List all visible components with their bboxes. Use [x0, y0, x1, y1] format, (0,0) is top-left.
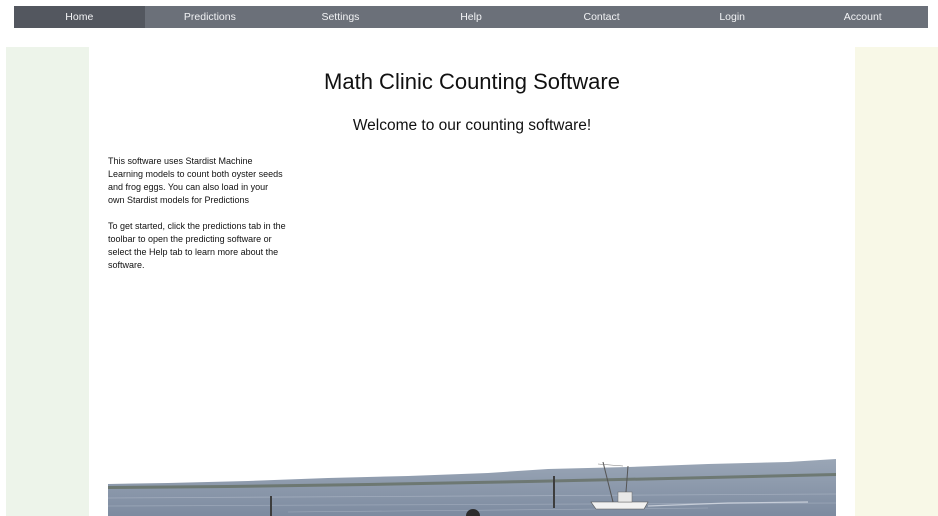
welcome-heading: Welcome to our counting software! [352, 117, 592, 134]
left-side-panel [6, 47, 89, 516]
intro-text: This software uses Stardist Machine Lear… [108, 155, 286, 272]
page-title: Math Clinic Counting Software [324, 69, 620, 94]
nav-contact[interactable]: Contact [536, 6, 667, 28]
nav-predictions[interactable]: Predictions [145, 6, 276, 28]
nav-settings[interactable]: Settings [275, 6, 406, 28]
nav-help[interactable]: Help [406, 6, 537, 28]
intro-paragraph-2: To get started, click the predictions ta… [108, 221, 286, 270]
oyster-boat-photo [108, 459, 836, 516]
nav-login[interactable]: Login [667, 6, 798, 28]
nav-home[interactable]: Home [14, 6, 145, 28]
nav-account[interactable]: Account [797, 6, 928, 28]
right-side-panel [855, 47, 938, 516]
top-nav-bar: Home Predictions Settings Help Contact L… [14, 6, 928, 28]
intro-paragraph-1: This software uses Stardist Machine Lear… [108, 156, 283, 205]
